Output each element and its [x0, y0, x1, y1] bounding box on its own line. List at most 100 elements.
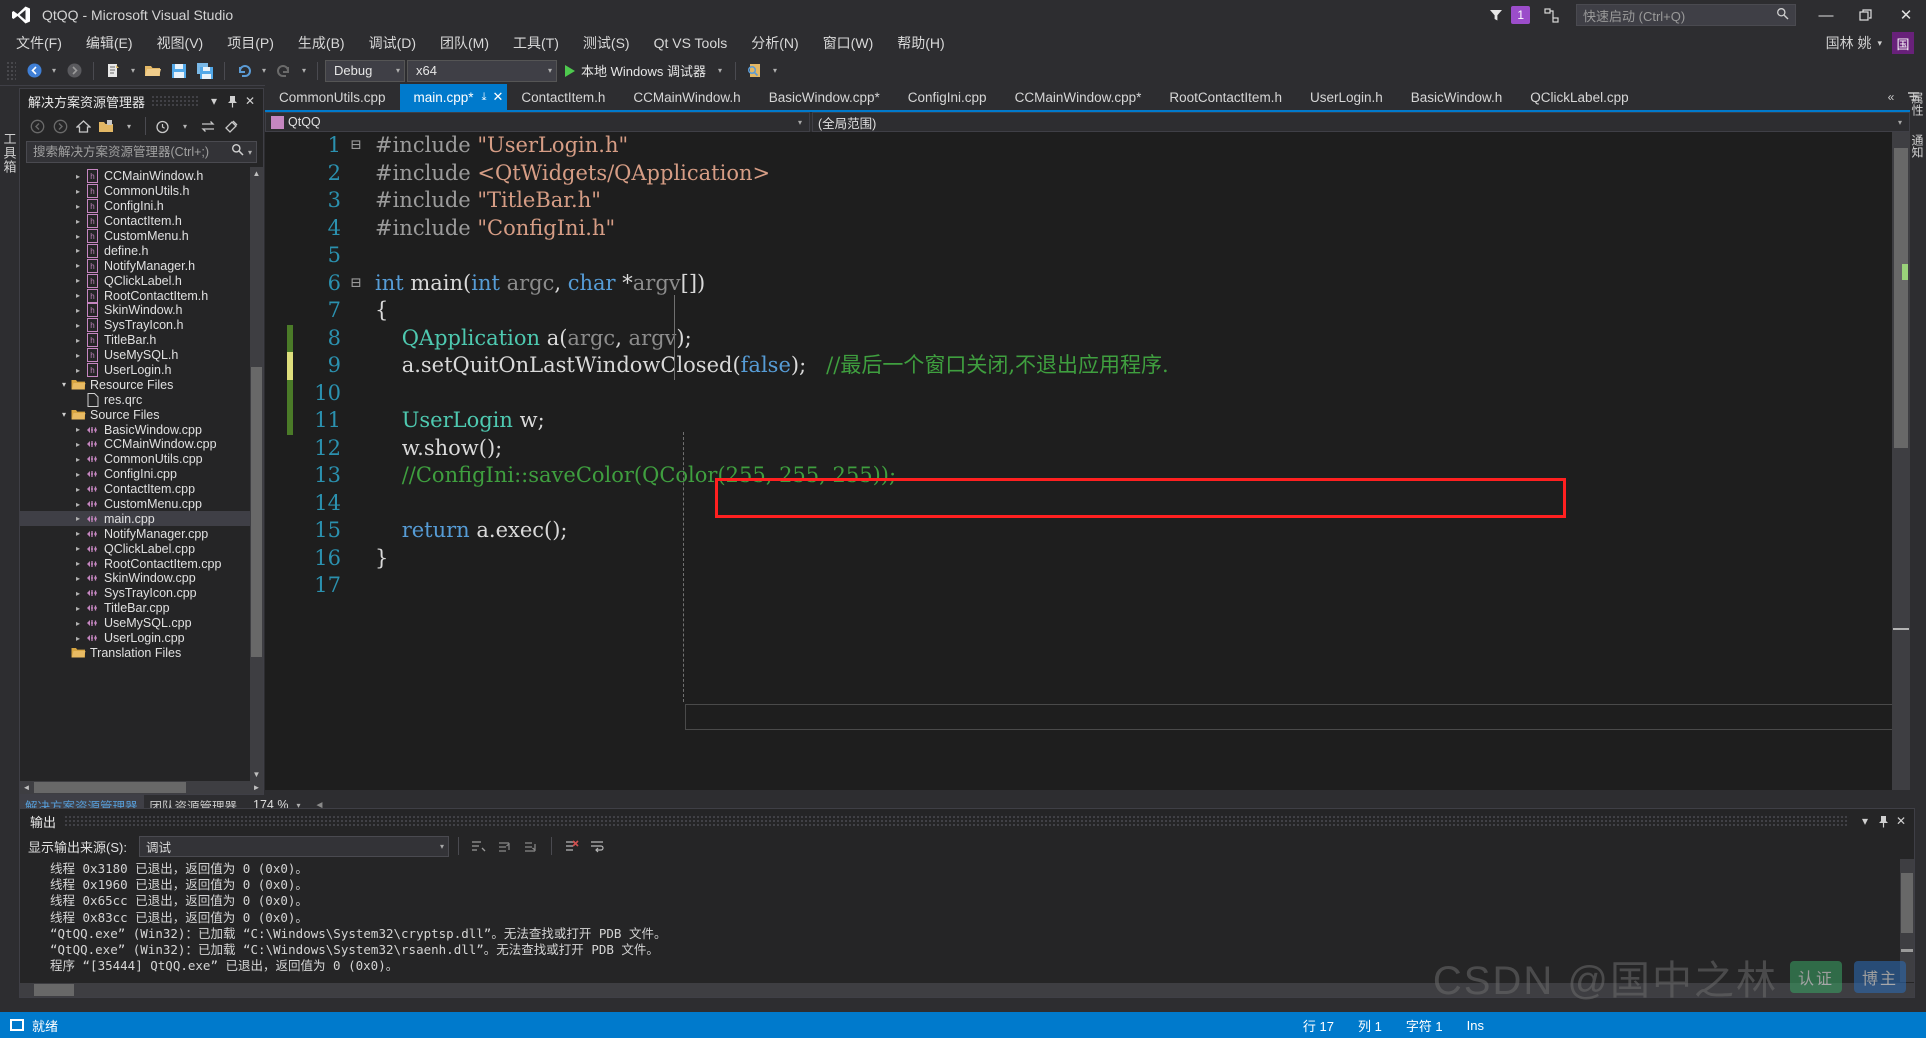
code-line-4[interactable]: 4 #include "ConfigIni.h": [265, 215, 1892, 243]
avatar[interactable]: 国: [1892, 32, 1914, 54]
tree-item-notifymanager-h[interactable]: ▸ h NotifyManager.h: [20, 258, 263, 273]
tree-item-qclicklabel-h[interactable]: ▸ h QClickLabel.h: [20, 273, 263, 288]
chevron-right-icon[interactable]: ▸: [72, 485, 84, 494]
menu-item-analyze[interactable]: 分析(N): [739, 30, 810, 56]
search-box[interactable]: ▾: [26, 141, 257, 163]
chevron-right-icon[interactable]: ▸: [72, 202, 84, 211]
solution-explorer-tree[interactable]: ▸ h CCMainWindow.h ▸ h CommonUtils.h ▸ h ConfigI…: [20, 167, 263, 781]
tree-item-contactitem-cpp[interactable]: ▸ ContactItem.cpp: [20, 482, 263, 497]
chevron-down-icon[interactable]: ▾: [118, 115, 140, 137]
sync-with-active-document-icon[interactable]: [197, 115, 219, 137]
clear-all-icon[interactable]: [561, 835, 583, 857]
output-source-combo[interactable]: 调试 ▾: [138, 835, 449, 857]
editor-scrollbar-thumb[interactable]: [1894, 148, 1908, 448]
new-project-caret-icon[interactable]: ▾: [127, 59, 139, 83]
account-name[interactable]: 国林 姚: [1826, 33, 1872, 53]
close-tab-icon[interactable]: ✕: [492, 89, 503, 105]
save-icon[interactable]: [167, 59, 191, 83]
tree-item-ccmainwindow-cpp[interactable]: ▸ CCMainWindow.cpp: [20, 437, 263, 452]
undo-icon[interactable]: [232, 59, 256, 83]
pin-icon[interactable]: [223, 91, 241, 111]
tree-item-skinwindow-h[interactable]: ▸ h SkinWindow.h: [20, 303, 263, 318]
breakpoint-gutter[interactable]: [265, 352, 287, 380]
close-icon[interactable]: ✕: [241, 91, 259, 111]
tree-item-titlebar-h[interactable]: ▸ h TitleBar.h: [20, 333, 263, 348]
chevron-right-icon[interactable]: ▸: [72, 619, 84, 628]
pending-changes-icon[interactable]: [151, 115, 173, 137]
output-scrollbar-thumb[interactable]: [1901, 873, 1913, 933]
tree-item-userlogin-h[interactable]: ▸ h UserLogin.h: [20, 363, 263, 378]
chevron-right-icon[interactable]: ▸: [72, 366, 84, 375]
breakpoint-gutter[interactable]: [265, 160, 287, 188]
tree-item-custommenu-cpp[interactable]: ▸ CustomMenu.cpp: [20, 497, 263, 512]
search-input[interactable]: [33, 145, 231, 159]
tree-item-translation-files[interactable]: Translation Files: [20, 646, 263, 661]
tree-item-commonutils-h[interactable]: ▸ h CommonUtils.h: [20, 184, 263, 199]
tree-item-rootcontactitem-h[interactable]: ▸ h RootContactItem.h: [20, 288, 263, 303]
tree-item-source-files[interactable]: ▾ Source Files: [20, 407, 263, 422]
scroll-right-icon[interactable]: ►: [250, 781, 263, 794]
properties-icon[interactable]: [220, 115, 242, 137]
chevron-right-icon[interactable]: ▸: [72, 336, 84, 345]
chevron-right-icon[interactable]: ▸: [72, 425, 84, 434]
menu-item-debug[interactable]: 调试(D): [357, 30, 428, 56]
chevron-right-icon[interactable]: ▸: [72, 514, 84, 523]
search-icon[interactable]: [231, 143, 244, 161]
tree-item-systrayicon-h[interactable]: ▸ h SysTrayIcon.h: [20, 318, 263, 333]
find-in-files-icon[interactable]: [743, 59, 767, 83]
chevron-right-icon[interactable]: ▸: [72, 306, 84, 315]
tree-item-systrayicon-cpp[interactable]: ▸ SysTrayIcon.cpp: [20, 586, 263, 601]
chevron-right-icon[interactable]: ▸: [72, 589, 84, 598]
menu-item-qt-vs-tools[interactable]: Qt VS Tools: [642, 32, 740, 54]
solution-configuration-combo[interactable]: Debug ▾: [325, 59, 405, 82]
scroll-tabs-left-icon[interactable]: «: [1880, 90, 1902, 104]
menu-item-help[interactable]: 帮助(H): [885, 30, 956, 56]
code-line-8[interactable]: 8 QApplication a(argc, argv);: [265, 324, 1892, 353]
scroll-left-icon[interactable]: ◄: [20, 781, 33, 794]
code-line-12[interactable]: 12 w.show();: [265, 435, 1892, 463]
breakpoint-gutter[interactable]: [265, 132, 287, 160]
chevron-right-icon[interactable]: ▸: [72, 351, 84, 360]
navbar-scope-combo[interactable]: (全局范围) ▾: [812, 112, 1910, 132]
chevron-right-icon[interactable]: ▸: [72, 634, 84, 643]
editor-tab-ccmainwindow-h[interactable]: CCMainWindow.h: [619, 84, 754, 110]
notification-count-badge[interactable]: 1: [1511, 6, 1530, 24]
redo-caret-icon[interactable]: ▾: [298, 59, 310, 83]
home-icon[interactable]: [72, 115, 94, 137]
editor-tab-commonutils-cpp[interactable]: CommonUtils.cpp: [265, 84, 400, 110]
output-hscrollbar-thumb[interactable]: [34, 984, 74, 996]
editor-tab-contactitem-h[interactable]: ContactItem.h: [507, 84, 619, 110]
chevron-down-icon[interactable]: ▾: [58, 380, 70, 389]
menu-item-project[interactable]: 项目(P): [215, 30, 286, 56]
code-line-5[interactable]: 5: [265, 242, 1892, 270]
tree-item-rootcontactitem-cpp[interactable]: ▸ RootContactItem.cpp: [20, 556, 263, 571]
breakpoint-gutter[interactable]: [265, 462, 287, 490]
chevron-right-icon[interactable]: ▸: [72, 529, 84, 538]
tree-item-define-h[interactable]: ▸ h define.h: [20, 243, 263, 258]
new-project-icon[interactable]: [101, 59, 125, 83]
tree-hscrollbar-thumb[interactable]: [34, 782, 186, 793]
tree-scrollbar-thumb[interactable]: [251, 367, 262, 657]
breakpoint-gutter[interactable]: [265, 325, 287, 353]
menu-item-file[interactable]: 文件(F): [4, 30, 74, 56]
menu-item-tools[interactable]: 工具(T): [501, 30, 571, 56]
editor-vertical-scrollbar[interactable]: [1892, 132, 1910, 790]
chevron-right-icon[interactable]: ▸: [72, 187, 84, 196]
restore-button[interactable]: [1846, 0, 1886, 30]
code-line-16[interactable]: 16}: [265, 545, 1892, 573]
collapse-region-icon[interactable]: ⊟: [343, 132, 369, 160]
menu-item-build[interactable]: 生成(B): [286, 30, 357, 56]
tree-item-resource-files[interactable]: ▾ Resource Files: [20, 377, 263, 392]
code-line-1[interactable]: 1 ⊟ #include "UserLogin.h": [265, 132, 1892, 160]
toolbar-grip[interactable]: [6, 60, 16, 81]
chevron-right-icon[interactable]: ▸: [72, 291, 84, 300]
tree-item-commonutils-cpp[interactable]: ▸ CommonUtils.cpp: [20, 452, 263, 467]
navigate-forward-icon[interactable]: [62, 59, 86, 83]
chevron-right-icon[interactable]: ▸: [72, 470, 84, 479]
editor-tab-main-cpp[interactable]: main.cpp* ⤓ ✕: [399, 84, 508, 110]
chevron-right-icon[interactable]: ▸: [72, 276, 84, 285]
code-line-11[interactable]: 11 UserLogin w;: [265, 407, 1892, 435]
navigate-back-icon[interactable]: [22, 59, 46, 83]
chevron-down-icon[interactable]: ▾: [1856, 811, 1874, 831]
editor-tab-ccmainwindow-cpp[interactable]: CCMainWindow.cpp*: [1001, 84, 1156, 110]
